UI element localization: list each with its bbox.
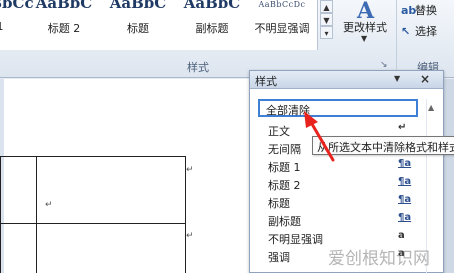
annotation-arrow-icon	[304, 111, 335, 162]
watermark: 爱创根知识网	[328, 249, 430, 269]
